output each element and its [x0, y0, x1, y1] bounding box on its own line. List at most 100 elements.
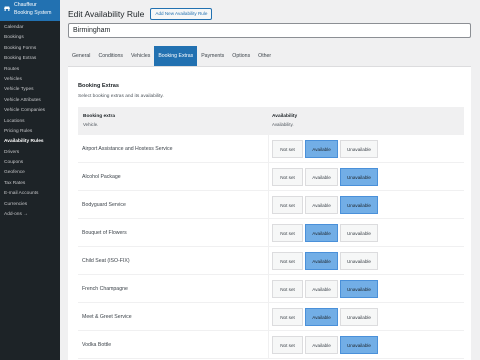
tab-other[interactable]: Other	[254, 46, 275, 66]
main-content: Edit Availability Rule Add New Availabil…	[60, 0, 480, 360]
table-row: Bouquet of Flowers Not set Available Unavai…	[78, 219, 464, 247]
column-divider	[268, 219, 269, 247]
column-divider	[268, 331, 269, 359]
option-not-set-button[interactable]: Not set	[272, 280, 303, 298]
column-availability: Availability Availability.	[272, 114, 297, 127]
option-unavailable-button[interactable]: Unavailable	[340, 224, 378, 242]
sidebar-item-booking-extras[interactable]: Booking Extras	[0, 54, 60, 64]
table-body: Airport Assistance and Hostess Service No…	[78, 135, 464, 359]
option-not-set-button[interactable]: Not set	[272, 252, 303, 270]
booking-extra-name: Airport Assistance and Hostess Service	[82, 146, 173, 152]
sidebar-item-geofence[interactable]: Geofence	[0, 168, 60, 178]
availability-selector: Not set Available Unavailable	[272, 140, 380, 158]
sidebar-item-coupons[interactable]: Coupons	[0, 158, 60, 168]
booking-extra-name: Vodka Bottle	[82, 342, 112, 348]
sidebar-item-currencies[interactable]: Currencies	[0, 200, 60, 210]
add-new-rule-button[interactable]: Add New Availability Rule	[150, 8, 213, 20]
table-row: Vodka Bottle Not set Available Unavailable	[78, 331, 464, 359]
table-header: Booking extra Vehicle. Availability Avai…	[78, 107, 464, 135]
column-divider	[268, 163, 269, 191]
table-row: Airport Assistance and Hostess Service No…	[78, 135, 464, 163]
option-not-set-button[interactable]: Not set	[272, 196, 303, 214]
option-unavailable-button[interactable]: Unavailable	[340, 336, 378, 354]
table-row: Bodyguard Service Not set Available Unavail…	[78, 191, 464, 219]
sidebar-item-drivers[interactable]: Drivers	[0, 148, 60, 158]
column-divider	[268, 191, 269, 219]
booking-extras-panel: Booking Extras Select booking extras and…	[68, 66, 471, 360]
column-divider	[268, 135, 269, 163]
page-title: Edit Availability Rule	[68, 9, 145, 19]
column-title: Booking extra	[83, 114, 115, 119]
sidebar-item-availability-rules[interactable]: Availability Rules	[0, 137, 60, 147]
table-row: French Champagne Not set Available Unavaila…	[78, 275, 464, 303]
option-unavailable-button[interactable]: Unavailable	[340, 168, 378, 186]
column-subtitle: Availability.	[272, 122, 294, 127]
column-divider	[268, 247, 269, 275]
availability-selector: Not set Available Unavailable	[272, 280, 380, 298]
option-unavailable-button[interactable]: Unavailable	[340, 196, 378, 214]
column-booking-extra: Booking extra Vehicle.	[83, 114, 115, 127]
sidebar-app-title: Chauffeur Booking System	[14, 2, 51, 17]
sidebar-item-routes[interactable]: Routes	[0, 65, 60, 75]
option-available-button[interactable]: Available	[305, 252, 338, 270]
option-available-button[interactable]: Available	[305, 224, 338, 242]
tab-conditions[interactable]: Conditions	[94, 46, 127, 66]
booking-extra-name: French Champagne	[82, 286, 128, 292]
column-divider	[268, 275, 269, 303]
option-unavailable-button[interactable]: Unavailable	[340, 252, 378, 270]
tab-booking-extras[interactable]: Booking Extras	[154, 46, 198, 66]
table-row: Meet & Greet Service Not set Available Unav…	[78, 303, 464, 331]
tab-options[interactable]: Options	[228, 46, 254, 66]
option-not-set-button[interactable]: Not set	[272, 140, 303, 158]
section-title: Booking Extras	[78, 83, 120, 89]
sidebar-item-vehicle-companies[interactable]: Vehicle Companies	[0, 106, 60, 116]
sidebar-item-locations[interactable]: Locations	[0, 117, 60, 127]
app-name-line2: Booking System	[14, 9, 52, 16]
booking-extra-name: Bodyguard Service	[82, 202, 126, 208]
tab-vehicles[interactable]: Vehicles	[127, 46, 154, 66]
option-not-set-button[interactable]: Not set	[272, 336, 303, 354]
option-unavailable-button[interactable]: Unavailable	[340, 280, 378, 298]
availability-selector: Not set Available Unavailable	[272, 224, 380, 242]
availability-selector: Not set Available Unavailable	[272, 168, 380, 186]
option-available-button[interactable]: Available	[305, 140, 338, 158]
sidebar-item-e-mail-accounts[interactable]: E-mail Accounts	[0, 189, 60, 199]
column-subtitle: Vehicle.	[83, 122, 99, 127]
sidebar-item-calendar[interactable]: Calendar	[0, 23, 60, 33]
sidebar-item-add-ons[interactable]: Add-ons →	[0, 210, 60, 220]
option-unavailable-button[interactable]: Unavailable	[340, 308, 378, 326]
option-available-button[interactable]: Available	[305, 280, 338, 298]
option-available-button[interactable]: Available	[305, 196, 338, 214]
tab-general[interactable]: General	[68, 46, 94, 66]
sidebar-item-bookings[interactable]: Bookings	[0, 33, 60, 43]
app-name-line1: Chauffeur	[14, 2, 37, 8]
sidebar-item-vehicle-types[interactable]: Vehicle Types	[0, 85, 60, 95]
column-divider	[268, 303, 269, 331]
car-icon	[3, 4, 11, 12]
page-header: Edit Availability Rule Add New Availabil…	[68, 7, 213, 21]
sidebar-menu: Calendar Bookings Booking Forms Booking Ext…	[0, 21, 60, 220]
option-available-button[interactable]: Available	[305, 308, 338, 326]
rule-tabs: General Conditions Vehicles Booking Extras P…	[68, 46, 275, 66]
availability-selector: Not set Available Unavailable	[272, 336, 380, 354]
booking-extras-table: Booking extra Vehicle. Availability Avai…	[78, 107, 464, 359]
availability-selector: Not set Available Unavailable	[272, 252, 380, 270]
rule-title-input[interactable]: Birmingham	[68, 23, 471, 38]
option-available-button[interactable]: Available	[305, 168, 338, 186]
sidebar-item-vehicles[interactable]: Vehicles	[0, 75, 60, 85]
booking-extra-name: Meet & Greet Service	[82, 314, 132, 320]
sidebar-app-header[interactable]: Chauffeur Booking System	[0, 0, 60, 21]
sidebar-item-pricing-rules[interactable]: Pricing Rules	[0, 127, 60, 137]
option-not-set-button[interactable]: Not set	[272, 168, 303, 186]
tab-payments[interactable]: Payments	[197, 46, 228, 66]
option-not-set-button[interactable]: Not set	[272, 308, 303, 326]
sidebar-item-booking-forms[interactable]: Booking Forms	[0, 44, 60, 54]
booking-extra-name: Bouquet of Flowers	[82, 230, 127, 236]
sidebar-item-vehicle-attributes[interactable]: Vehicle Attributes	[0, 96, 60, 106]
option-available-button[interactable]: Available	[305, 336, 338, 354]
column-title: Availability	[272, 114, 298, 119]
availability-selector: Not set Available Unavailable	[272, 308, 380, 326]
option-unavailable-button[interactable]: Unavailable	[340, 140, 378, 158]
sidebar-item-tax-rates[interactable]: Tax Rates	[0, 179, 60, 189]
option-not-set-button[interactable]: Not set	[272, 224, 303, 242]
